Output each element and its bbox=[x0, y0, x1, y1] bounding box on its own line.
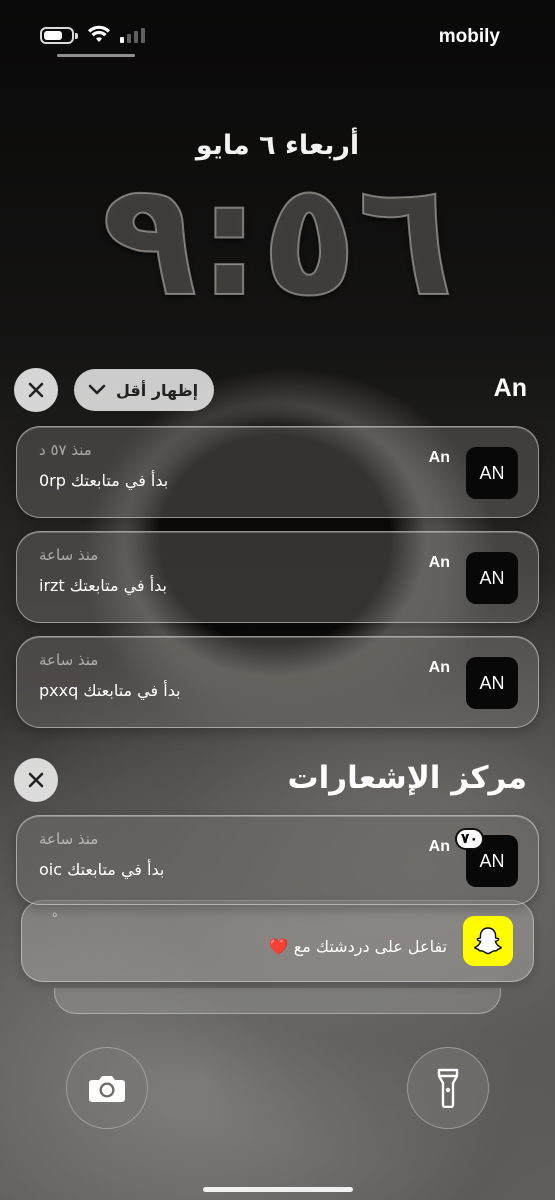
notification-body: بدأ في متابعتك irzt bbox=[39, 576, 167, 595]
snapchat-notification[interactable]: ه تفاعل على دردشتك مع ❤️ bbox=[21, 900, 534, 982]
notification-body: بدأ في متابعتك 0rp bbox=[39, 471, 169, 490]
chevron-down-icon bbox=[88, 384, 106, 395]
stacked-notifications-edge[interactable] bbox=[54, 988, 501, 1014]
notification-card[interactable]: AN ٧٠ An منذ ساعة بدأ في متابعتك oic bbox=[16, 815, 539, 905]
notification-card[interactable]: AN An منذ ساعة بدأ في متابعتك irzt bbox=[16, 531, 539, 623]
carrier-name: mobily bbox=[438, 26, 500, 47]
app-icon: AN bbox=[466, 447, 518, 499]
wifi-icon bbox=[88, 25, 110, 42]
camera-icon bbox=[89, 1076, 125, 1102]
snapchat-faint-text: ه bbox=[52, 907, 58, 920]
flashlight-icon bbox=[437, 1068, 459, 1108]
app-icon: AN bbox=[466, 657, 518, 709]
app-icon: AN bbox=[466, 552, 518, 604]
notification-card[interactable]: AN An منذ ٥٧ د بدأ في متابعتك 0rp bbox=[16, 426, 539, 518]
show-less-button[interactable]: إظهار أقل bbox=[74, 369, 215, 411]
notification-sender: An bbox=[428, 554, 450, 571]
status-bar: mobily bbox=[0, 22, 555, 57]
snapchat-body: تفاعل على دردشتك مع ❤️ bbox=[268, 937, 447, 956]
battery-icon bbox=[40, 27, 78, 44]
notification-sender: An bbox=[428, 659, 450, 676]
lock-clock: ٩:٥٦ bbox=[100, 148, 454, 332]
camera-button[interactable] bbox=[66, 1047, 148, 1129]
home-indicator[interactable] bbox=[202, 1187, 353, 1192]
notification-card[interactable]: AN An منذ ساعة بدأ في متابعتك pxxq bbox=[16, 636, 539, 728]
notification-body: بدأ في متابعتك oic bbox=[39, 860, 165, 879]
cellular-signal-icon bbox=[120, 28, 145, 43]
close-icon bbox=[28, 772, 44, 788]
notification-time: منذ ٥٧ د bbox=[39, 441, 92, 459]
status-underline bbox=[57, 54, 135, 57]
notification-body: بدأ في متابعتك pxxq bbox=[39, 681, 181, 700]
notification-group-header: إظهار أقل An bbox=[14, 368, 527, 414]
notification-time: منذ ساعة bbox=[39, 546, 99, 564]
show-less-label: إظهار أقل bbox=[116, 380, 199, 400]
close-icon bbox=[28, 382, 44, 398]
clear-group-button[interactable] bbox=[14, 368, 58, 412]
snapchat-ghost-icon bbox=[463, 916, 513, 966]
notification-sender: An bbox=[428, 449, 450, 466]
notification-time: منذ ساعة bbox=[39, 830, 99, 848]
notification-center-header: مركز الإشعارات bbox=[14, 756, 527, 804]
notification-center-title: مركز الإشعارات bbox=[287, 760, 527, 796]
notification-sender: An bbox=[428, 838, 450, 855]
clear-notification-center-button[interactable] bbox=[14, 758, 58, 802]
notification-time: منذ ساعة bbox=[39, 651, 99, 669]
flashlight-button[interactable] bbox=[407, 1047, 489, 1129]
group-app-title: An bbox=[493, 374, 527, 402]
unread-badge: ٧٠ bbox=[454, 828, 484, 850]
